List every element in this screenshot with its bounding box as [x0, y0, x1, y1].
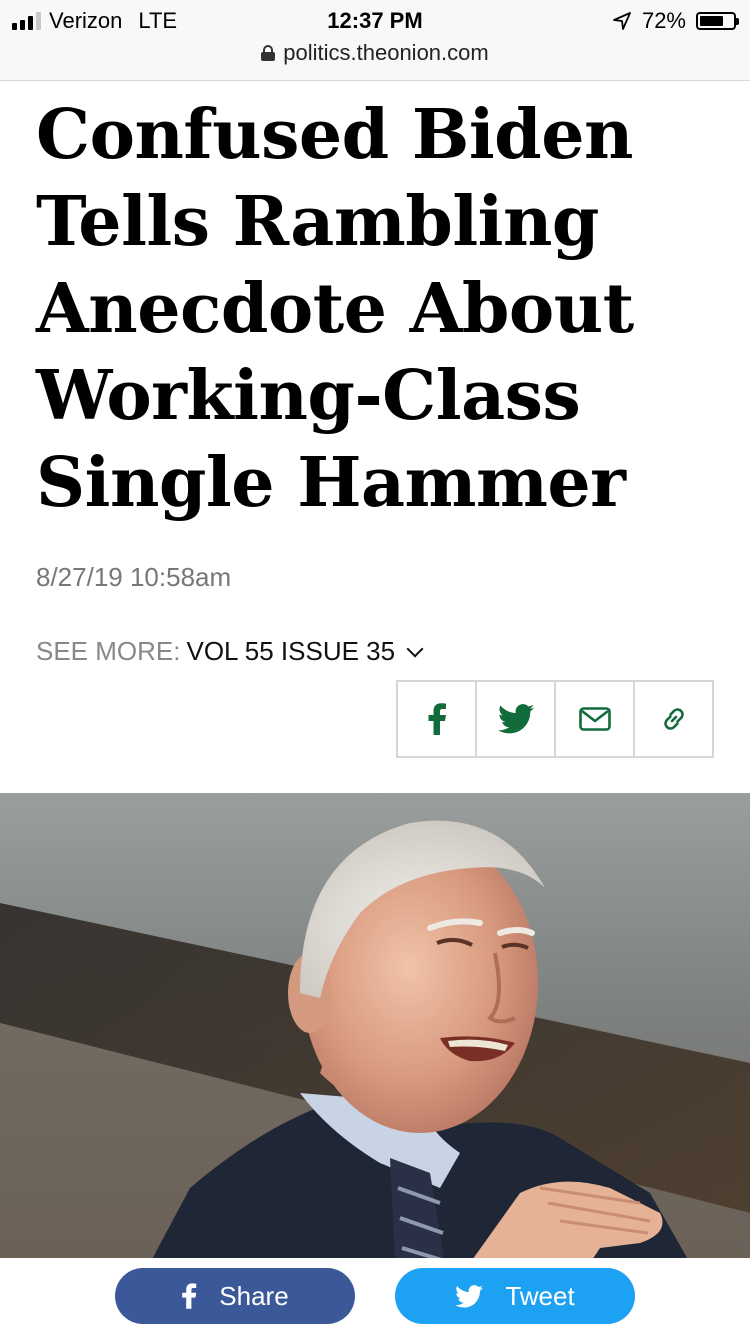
share-twitter-button[interactable] — [477, 682, 556, 756]
article-photo — [0, 793, 750, 1263]
article-headline: Confused Biden Tells Rambling Anecdote A… — [36, 95, 634, 523]
twitter-icon — [497, 704, 534, 734]
facebook-share-button[interactable]: Share — [115, 1268, 355, 1324]
battery-icon — [696, 12, 739, 30]
battery-percent: 72% — [641, 8, 686, 33]
tweet-button[interactable]: Tweet — [395, 1268, 635, 1324]
location-arrow-icon — [613, 12, 631, 30]
share-facebook-button[interactable] — [398, 682, 477, 756]
facebook-icon — [182, 1283, 197, 1309]
status-bar: Verizon LTE 12:37 PM 72% politics.theoni… — [0, 0, 750, 81]
article-photo-art — [0, 793, 750, 1263]
lock-icon — [261, 45, 276, 61]
see-more-value[interactable]: VOL 55 ISSUE 35 — [186, 636, 395, 667]
twitter-icon — [455, 1284, 484, 1308]
share-toolbar — [396, 680, 714, 758]
tweet-label: Tweet — [505, 1280, 575, 1311]
url-text: politics.theonion.com — [283, 40, 489, 65]
copy-link-button[interactable] — [635, 682, 712, 756]
share-label: Share — [219, 1280, 289, 1311]
battery-fill — [700, 16, 724, 26]
chevron-down-icon[interactable] — [406, 640, 424, 657]
bottom-share-bar: Share Tweet — [0, 1258, 750, 1334]
link-icon — [663, 708, 684, 730]
see-more-label: SEE MORE: — [36, 636, 181, 666]
share-email-button[interactable] — [556, 682, 635, 756]
see-more[interactable]: SEE MORE: VOL 55 ISSUE 35 — [36, 636, 424, 667]
url-bar[interactable]: politics.theonion.com — [0, 40, 750, 66]
status-right: 72% — [612, 8, 739, 34]
facebook-icon — [428, 703, 446, 735]
email-icon — [578, 707, 611, 731]
article-date: 8/27/19 10:58am — [36, 562, 232, 592]
